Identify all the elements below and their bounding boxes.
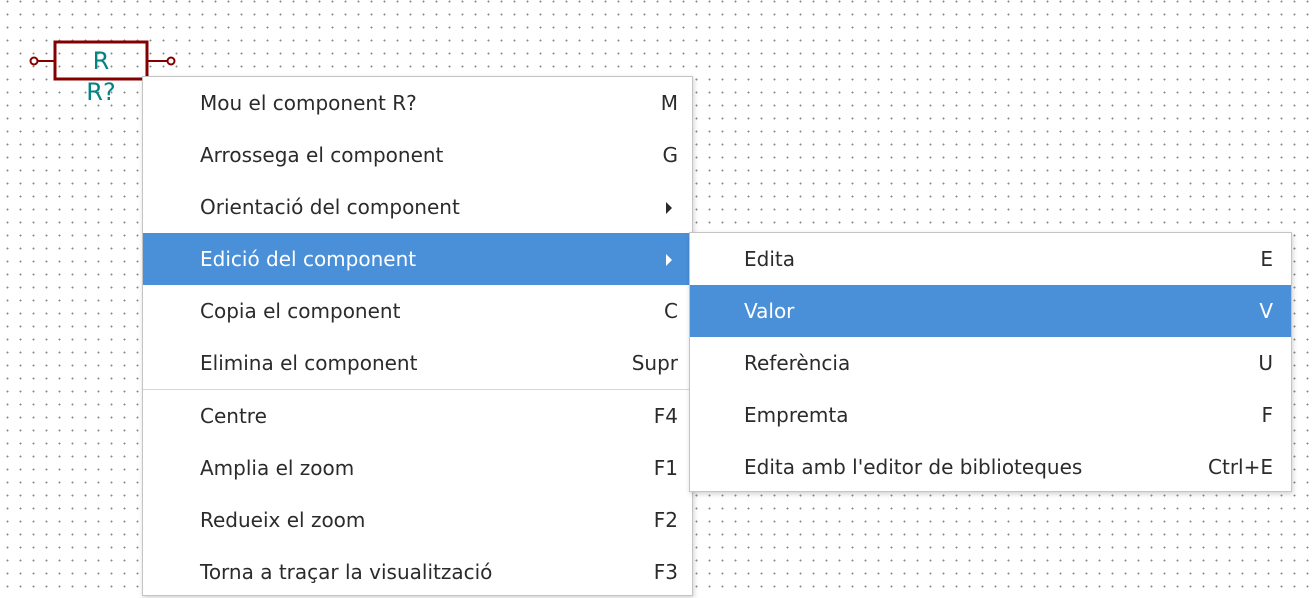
menu-item-shortcut: C — [664, 299, 678, 323]
submenu-item-reference[interactable]: Referència U — [690, 337, 1291, 389]
menu-item-label: Edita — [744, 247, 795, 271]
menu-item-label: Orientació del component — [200, 195, 460, 219]
menu-item-label: Edició del component — [200, 247, 417, 271]
submenu-edit-component: Edita E Valor V Referència U Empremta F … — [689, 232, 1292, 492]
menu-item-center[interactable]: Centre F4 — [143, 390, 692, 442]
menu-item-label: Edita amb l'editor de biblioteques — [744, 455, 1083, 479]
submenu-item-edit-library[interactable]: Edita amb l'editor de biblioteques Ctrl+… — [690, 441, 1291, 493]
menu-item-zoom-in[interactable]: Amplia el zoom F1 — [143, 442, 692, 494]
menu-item-shortcut: F4 — [653, 404, 678, 428]
submenu-item-value[interactable]: Valor V — [690, 285, 1291, 337]
menu-item-orientation[interactable]: Orientació del component — [143, 181, 692, 233]
context-menu: Mou el component R? M Arrossega el compo… — [142, 76, 693, 596]
pin-left-icon — [29, 56, 39, 66]
menu-item-shortcut: E — [1260, 247, 1273, 271]
menu-item-label: Amplia el zoom — [200, 456, 355, 480]
menu-item-label: Referència — [744, 351, 851, 375]
menu-item-label: Copia el component — [200, 299, 401, 323]
menu-item-shortcut: F2 — [653, 508, 678, 532]
menu-item-redraw[interactable]: Torna a traçar la visualització F3 — [143, 546, 692, 598]
menu-item-shortcut: U — [1258, 351, 1273, 375]
menu-item-label: Torna a traçar la visualització — [200, 560, 493, 584]
menu-item-drag[interactable]: Arrossega el component G — [143, 129, 692, 181]
submenu-item-footprint[interactable]: Empremta F — [690, 389, 1291, 441]
menu-item-label: Elimina el component — [200, 351, 418, 375]
submenu-arrow-icon — [666, 202, 672, 214]
menu-item-label: Valor — [744, 299, 795, 323]
menu-item-label: Arrossega el component — [200, 143, 444, 167]
menu-item-shortcut: F1 — [653, 456, 678, 480]
menu-item-label: Centre — [200, 404, 267, 428]
submenu-arrow-icon — [666, 254, 672, 266]
menu-item-edit-component[interactable]: Edició del component — [143, 233, 692, 285]
menu-item-shortcut: Ctrl+E — [1208, 455, 1273, 479]
menu-item-shortcut: F — [1261, 403, 1273, 427]
menu-item-shortcut: Supr — [631, 351, 678, 375]
submenu-item-edit[interactable]: Edita E — [690, 233, 1291, 285]
menu-item-shortcut: F3 — [653, 560, 678, 584]
menu-item-shortcut: V — [1259, 299, 1273, 323]
menu-item-label: Mou el component R? — [200, 91, 417, 115]
menu-item-delete[interactable]: Elimina el component Supr — [143, 337, 692, 389]
menu-item-label: Redueix el zoom — [200, 508, 366, 532]
menu-item-move[interactable]: Mou el component R? M — [143, 77, 692, 129]
component-reference: R? — [86, 78, 115, 106]
component-value: R — [93, 47, 110, 75]
menu-item-zoom-out[interactable]: Redueix el zoom F2 — [143, 494, 692, 546]
menu-item-shortcut: G — [662, 143, 679, 167]
menu-item-shortcut: M — [660, 91, 678, 115]
menu-item-label: Empremta — [744, 403, 849, 427]
menu-item-copy[interactable]: Copia el component C — [143, 285, 692, 337]
pin-right-icon — [166, 56, 176, 66]
